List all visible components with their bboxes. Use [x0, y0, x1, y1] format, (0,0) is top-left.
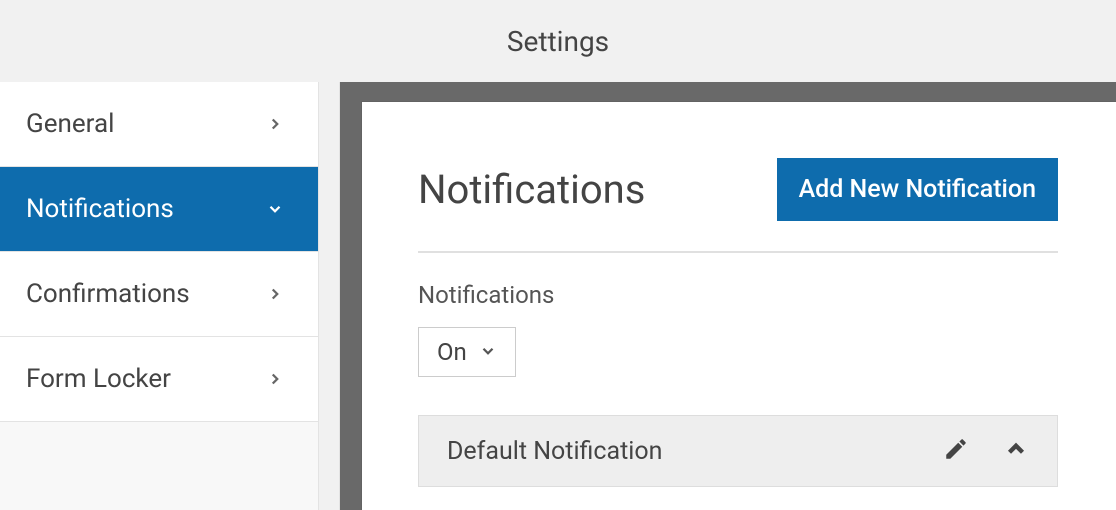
notifications-toggle-label: Notifications — [418, 281, 1058, 309]
sidebar-item-label: Notifications — [26, 194, 174, 224]
sidebar-item-form-locker[interactable]: Form Locker — [0, 337, 318, 422]
edit-icon[interactable] — [943, 436, 969, 466]
scrollbar-gutter[interactable] — [318, 82, 340, 510]
sidebar-item-confirmations[interactable]: Confirmations — [0, 252, 318, 337]
select-value: On — [437, 338, 467, 366]
sidebar-item-general[interactable]: General — [0, 82, 318, 167]
sidebar-item-label: Confirmations — [26, 279, 190, 309]
notifications-panel: Notifications Add New Notification Notif… — [362, 102, 1116, 510]
notifications-toggle-select[interactable]: On — [418, 327, 516, 377]
chevron-down-icon — [266, 200, 284, 218]
add-new-notification-button[interactable]: Add New Notification — [777, 158, 1058, 221]
main-content-area: Notifications Add New Notification Notif… — [340, 82, 1116, 510]
chevron-right-icon — [266, 285, 284, 303]
notification-row-name: Default Notification — [447, 437, 662, 466]
panel-title: Notifications — [418, 166, 645, 213]
settings-sidebar: General Notifications Confirmations Form… — [0, 82, 318, 510]
sidebar-item-label: Form Locker — [26, 364, 171, 394]
notification-row[interactable]: Default Notification — [418, 415, 1058, 487]
chevron-right-icon — [266, 370, 284, 388]
page-title: Settings — [507, 25, 609, 58]
sidebar-item-notifications[interactable]: Notifications — [0, 167, 318, 252]
chevron-up-icon[interactable] — [1003, 436, 1029, 466]
chevron-down-icon — [479, 338, 497, 366]
panel-header: Notifications Add New Notification — [418, 158, 1058, 253]
sidebar-item-label: General — [26, 109, 114, 139]
chevron-right-icon — [266, 115, 284, 133]
row-actions — [943, 436, 1029, 466]
body-wrap: General Notifications Confirmations Form… — [0, 82, 1116, 510]
settings-header: Settings — [0, 0, 1116, 82]
